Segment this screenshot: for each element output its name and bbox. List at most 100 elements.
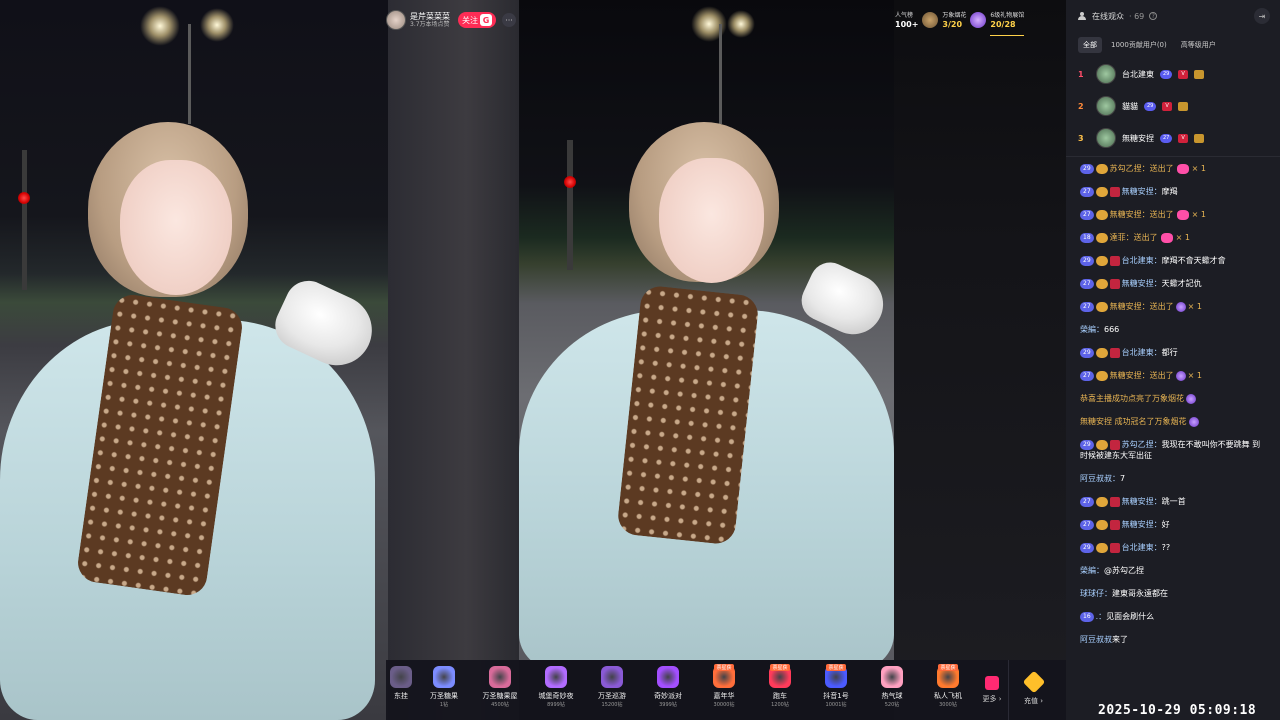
gift-tag: 票星获 bbox=[770, 664, 790, 671]
user-avatar[interactable] bbox=[1096, 96, 1116, 116]
chat-user-name[interactable]: 阿豆叔叔 bbox=[1080, 635, 1112, 644]
chat-user-name[interactable]: 榮編 bbox=[1080, 566, 1096, 575]
chat-text: @苏勾乙捏 bbox=[1104, 566, 1144, 575]
chat-user-name[interactable]: 無糖安捏 bbox=[1110, 302, 1142, 311]
gift-item[interactable]: 万圣糖果屋 4500钻 bbox=[472, 660, 528, 720]
level-badge: 27 bbox=[1080, 209, 1094, 220]
gift-item[interactable]: 万圣糖果 1钻 bbox=[416, 660, 472, 720]
chat-user-name[interactable]: 無糖安捏 bbox=[1110, 371, 1142, 380]
fireworks-icon bbox=[970, 12, 987, 28]
chat-feed[interactable]: 29 苏勾乙捏：送出了 × 1 27 無糖安捏：摩羯 27 無糖安捏：送出了 × 1 18 達菲：… bbox=[1066, 157, 1280, 645]
anchor-avatar[interactable] bbox=[386, 10, 406, 30]
panel-header: 在线观众 · 69 ? ⇥ bbox=[1066, 0, 1280, 32]
gift-price: 15200钻 bbox=[601, 702, 623, 708]
chat-message: 榮編：666 bbox=[1080, 324, 1268, 335]
gift-price: 4500钻 bbox=[491, 702, 509, 708]
chat-separator: .： bbox=[1095, 612, 1107, 621]
chat-user-name[interactable]: 苏勾乙捏 bbox=[1110, 164, 1142, 173]
chat-separator: ： bbox=[1153, 543, 1162, 552]
gift-name: 嘉年华 bbox=[713, 692, 735, 700]
recharge-label: 充值 › bbox=[1023, 697, 1044, 705]
tab-all[interactable]: 全部 bbox=[1078, 37, 1102, 53]
more-gifts-button[interactable]: 更多 › bbox=[976, 660, 1008, 720]
gift-price: 1钻 bbox=[439, 702, 449, 708]
chat-message: 27 無糖安捏：摩羯 bbox=[1080, 186, 1268, 197]
anchor-name[interactable]: 是芹菜菜菜 bbox=[410, 12, 450, 21]
level-badge: 27 bbox=[1080, 370, 1094, 381]
rank-row[interactable]: 1 台北建東 29 V bbox=[1066, 58, 1280, 90]
gift-name: 城堡奇妙夜 bbox=[538, 692, 574, 700]
fan-group-icon: G bbox=[480, 14, 492, 26]
vip-badge bbox=[1109, 255, 1120, 266]
help-icon[interactable]: ? bbox=[1149, 12, 1158, 20]
like-count: 3.7万本场点赞 bbox=[410, 20, 450, 28]
chat-text: 666 bbox=[1104, 325, 1120, 334]
gift-item[interactable]: 奇妙派对 3999钻 bbox=[640, 660, 696, 720]
tab-high-level[interactable]: 高等级用户 bbox=[1176, 37, 1221, 53]
follow-button[interactable]: 关注 G bbox=[458, 12, 496, 28]
rank-row[interactable]: 2 貓貓 29 V bbox=[1066, 90, 1280, 122]
chat-separator: ： bbox=[1104, 589, 1112, 598]
chat-separator: ： bbox=[1096, 566, 1104, 575]
gift-price: 520钻 bbox=[884, 702, 900, 708]
fireworks-progress[interactable]: 万象烟花 3/20 bbox=[942, 6, 966, 36]
gift-hall-value: 20/28 bbox=[990, 19, 1016, 29]
system-notice: 無糖安捏 成功冠名了万象烟花 bbox=[1080, 417, 1187, 426]
gift-item[interactable]: 票星获 跑车 1200钻 bbox=[752, 660, 808, 720]
chat-user-name[interactable]: 無糖安捏 bbox=[1122, 520, 1154, 529]
collapse-panel-icon[interactable]: ⇥ bbox=[1254, 8, 1270, 24]
chat-user-name[interactable]: 無糖安捏 bbox=[1122, 187, 1154, 196]
gift-name: 私人飞机 bbox=[934, 692, 962, 700]
fireworks-value: 3/20 bbox=[942, 20, 963, 29]
chat-user-name[interactable]: 榮編 bbox=[1080, 325, 1096, 334]
chat-text: 好 bbox=[1161, 520, 1170, 529]
fan-badge bbox=[1095, 255, 1108, 266]
recharge-button[interactable]: 充值 › bbox=[1008, 660, 1058, 720]
gift-item[interactable]: 城堡奇妙夜 8999钻 bbox=[528, 660, 584, 720]
popularity-rank[interactable]: 人气榜 100+ bbox=[895, 6, 918, 36]
chat-user-name[interactable]: 台北建東 bbox=[1122, 348, 1154, 357]
gift-name: 跑车 bbox=[773, 692, 787, 700]
chat-user-name[interactable]: 苏勾乙捏 bbox=[1122, 440, 1154, 449]
chat-message: 29 苏勾乙捏：我现在不敢叫你不要跳舞 到时候被建东大军出征 bbox=[1080, 439, 1268, 461]
rank-row[interactable]: 3 無糖安捏 27 V bbox=[1066, 122, 1280, 154]
top-audience-list: 1 台北建東 29 V 2 貓貓 29 V 3 無糖安捏 27 V bbox=[1066, 56, 1280, 157]
gift-item[interactable]: 东挂 bbox=[386, 660, 416, 720]
tab-contributors[interactable]: 1000贡献用户(0) bbox=[1106, 37, 1172, 53]
gift-box-icon bbox=[985, 676, 999, 690]
chat-user-name[interactable]: 無糖安捏 bbox=[1122, 497, 1154, 506]
heart-gift-icon bbox=[1176, 209, 1189, 220]
chat-user-name[interactable]: 台北建東 bbox=[1122, 256, 1154, 265]
gift-item[interactable]: 票星获 嘉年华 30000钻 bbox=[696, 660, 752, 720]
chat-message: 阿豆叔叔来了 bbox=[1080, 634, 1268, 645]
gift-item[interactable]: 热气球 520钻 bbox=[864, 660, 920, 720]
chat-user-name[interactable]: 無糖安捏 bbox=[1110, 210, 1142, 219]
gift-item[interactable]: 票星获 抖音1号 10001钻 bbox=[808, 660, 864, 720]
chat-user-name[interactable]: 球球仔 bbox=[1080, 589, 1104, 598]
gift-tag: 票星获 bbox=[938, 664, 958, 671]
gift-icon bbox=[489, 666, 511, 688]
vip-badge bbox=[1109, 186, 1120, 197]
gift-item[interactable]: 万圣巡游 15200钻 bbox=[584, 660, 640, 720]
chat-text: 摩羯 bbox=[1161, 187, 1178, 196]
chat-message: 27 無糖安捏：天蠍才記仇 bbox=[1080, 278, 1268, 289]
chat-text: 送出了 bbox=[1149, 302, 1174, 311]
gift-item[interactable]: 票星获 私人飞机 3000钻 bbox=[920, 660, 976, 720]
user-avatar[interactable] bbox=[1096, 64, 1116, 84]
level-badge: 29 bbox=[1080, 255, 1094, 266]
chat-message: 球球仔：建東哥永遠都在 bbox=[1080, 588, 1268, 599]
treasure-bag-icon[interactable] bbox=[922, 12, 939, 28]
chat-user-name[interactable]: 達菲 bbox=[1110, 233, 1126, 242]
more-options-icon[interactable]: ··· bbox=[502, 13, 516, 27]
gift-hall-progress[interactable]: 6级礼物展馆 20/28 bbox=[990, 6, 1025, 36]
user-avatar[interactable] bbox=[1096, 128, 1116, 148]
chat-text: 来了 bbox=[1112, 635, 1128, 644]
fan-badge bbox=[1095, 301, 1108, 312]
rank-user-name: 無糖安捏 bbox=[1122, 133, 1154, 143]
chat-user-name[interactable]: 無糖安捏 bbox=[1122, 279, 1154, 288]
level-badge: 18 bbox=[1080, 232, 1094, 243]
chat-text: 见面会刷什么 bbox=[1106, 612, 1155, 621]
live-video[interactable] bbox=[519, 0, 894, 660]
chat-user-name[interactable]: 阿豆叔叔 bbox=[1080, 474, 1112, 483]
chat-user-name[interactable]: 台北建東 bbox=[1122, 543, 1154, 552]
